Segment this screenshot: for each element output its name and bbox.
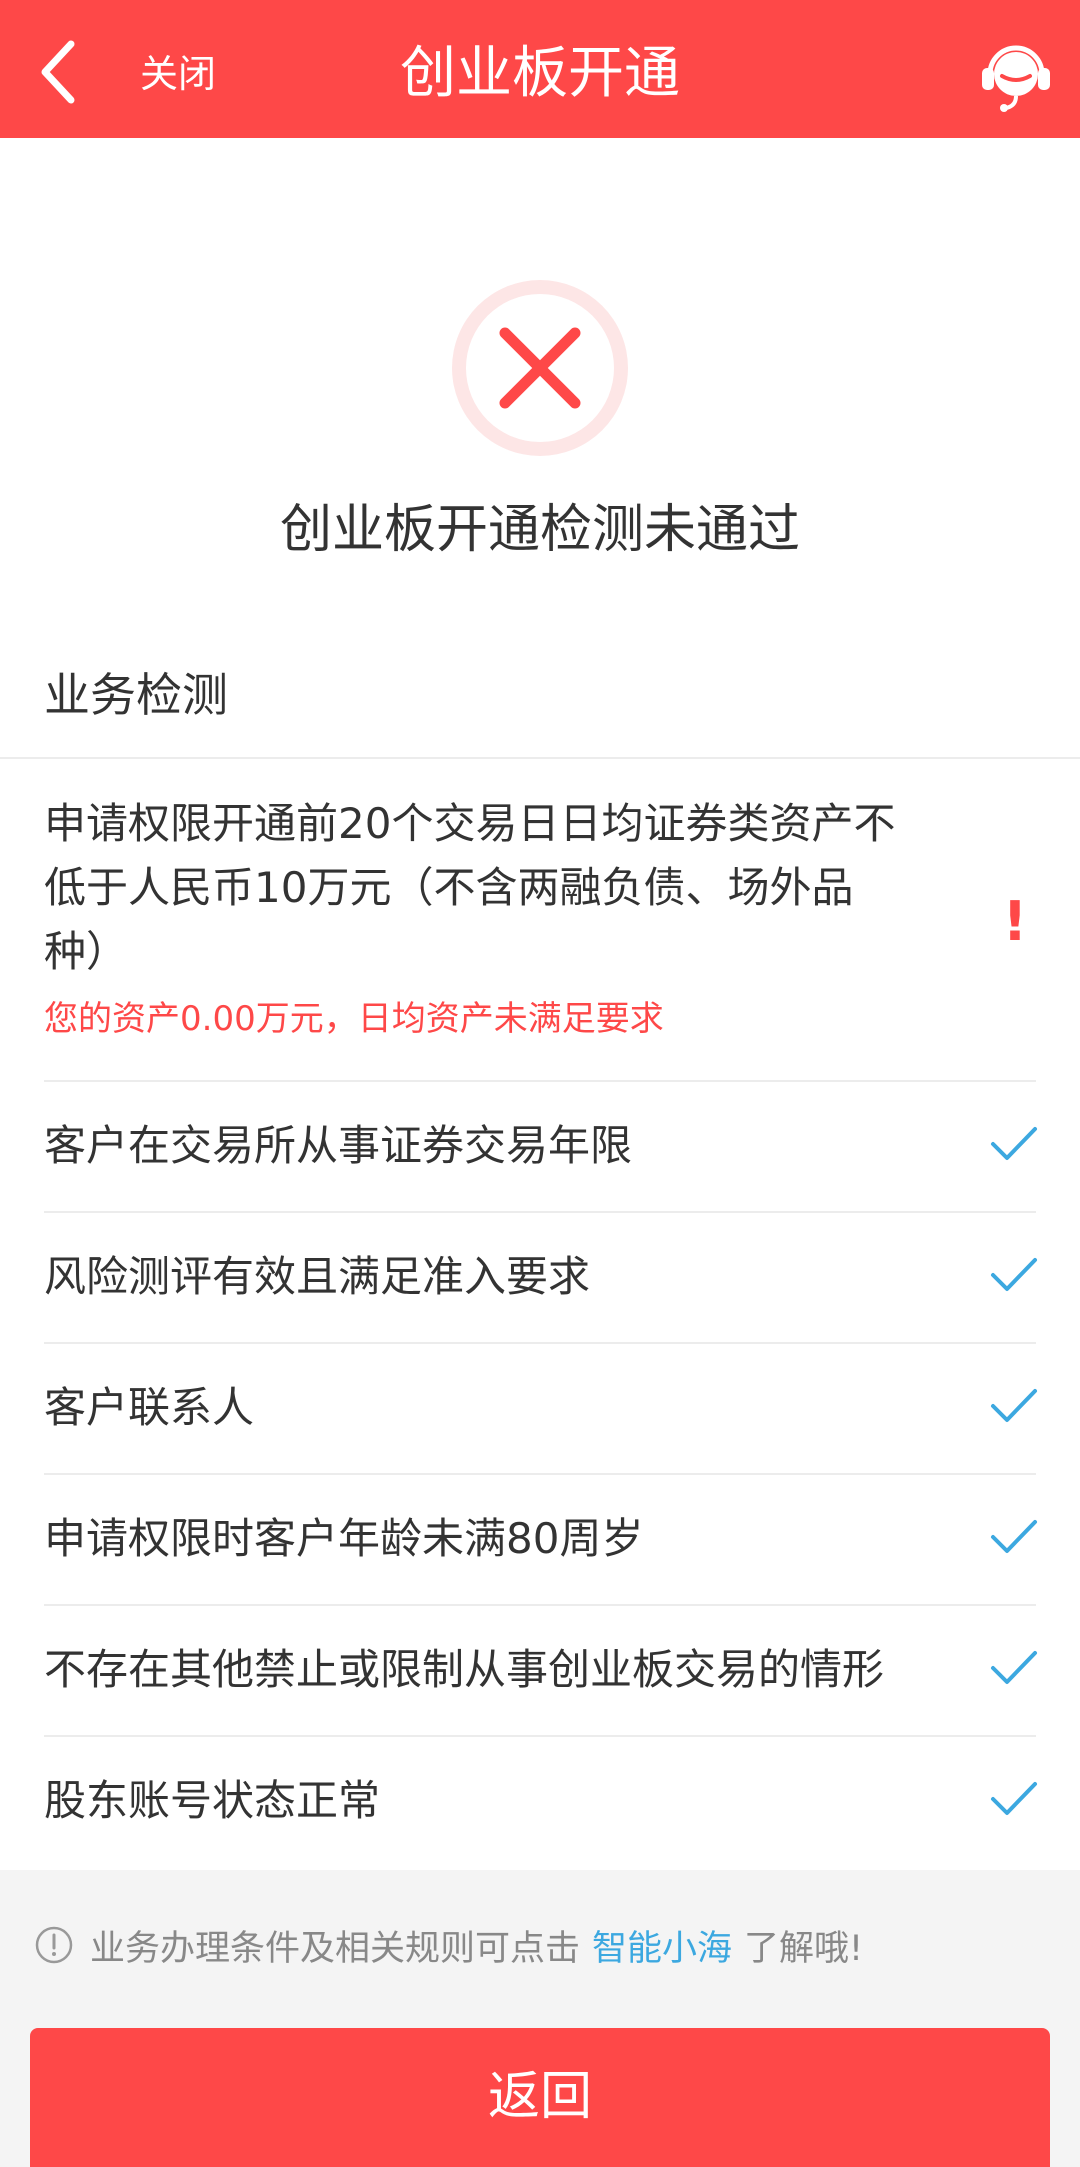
check-label: 客户联系人 [44,1383,255,1432]
smart-assistant-link[interactable]: 智能小海 [592,1920,732,1971]
check-row: 风险测评有效且满足准入要求 [44,1211,1037,1342]
check-row: 申请权限时客户年龄未满80周岁 [44,1473,1037,1604]
checkmark-icon [991,1782,1037,1815]
app-header: 关闭 创业板开通 [0,0,1080,138]
failed-check-item: 申请权限开通前20个交易日日均证券类资产不低于人民币10万元（不含两融负债、场外… [44,792,1036,1044]
checkmark-icon [991,1127,1037,1160]
checkmark-icon [991,1389,1037,1422]
check-row: 客户在交易所从事证券交易年限 [44,1080,1037,1211]
check-label: 股东账号状态正常 [44,1776,381,1825]
check-label: 风险测评有效且满足准入要求 [44,1252,591,1301]
failure-badge [452,280,628,456]
check-label: 申请权限时客户年龄未满80周岁 [44,1514,644,1563]
info-circle-icon [35,1926,73,1964]
check-label: 不存在其他禁止或限制从事创业板交易的情形 [44,1645,885,1694]
check-label: 申请权限开通前20个交易日日均证券类资产不低于人民币10万元（不含两融负债、场外… [44,799,896,976]
close-button[interactable]: 关闭 [140,44,216,104]
back-button[interactable] [22,32,92,112]
check-row: 不存在其他禁止或限制从事创业板交易的情形 [44,1604,1037,1735]
check-row: 股东账号状态正常 [44,1735,1037,1866]
headset-icon [982,45,1050,112]
cross-icon [499,327,581,409]
tip-text-suffix: 了解哦! [744,1928,864,1969]
section-title: 业务检测 [44,668,228,722]
tip-text: 业务办理条件及相关规则可点击 [90,1928,581,1969]
failure-note: 您的资产0.00万元，日均资产未满足要求 [44,999,664,1039]
checkmark-icon [991,1520,1037,1553]
divider [0,757,1080,759]
checkmark-icon [991,1258,1037,1291]
chevron-left-icon [41,40,75,104]
tip-bar: 业务办理条件及相关规则可点击 智能小海 了解哦! [34,1920,863,1970]
check-row: 客户联系人 [44,1342,1037,1473]
check-label: 客户在交易所从事证券交易年限 [44,1121,633,1170]
check-list: 客户在交易所从事证券交易年限 风险测评有效且满足准入要求 客户联系人 申请权限时… [44,1080,1037,1866]
customer-service-button[interactable] [974,36,1058,120]
checkmark-icon [991,1651,1037,1684]
result-title: 创业板开通检测未通过 [279,500,800,560]
return-button[interactable]: 返回 [30,2028,1050,2167]
exclamation-icon: ! [1002,890,1028,953]
